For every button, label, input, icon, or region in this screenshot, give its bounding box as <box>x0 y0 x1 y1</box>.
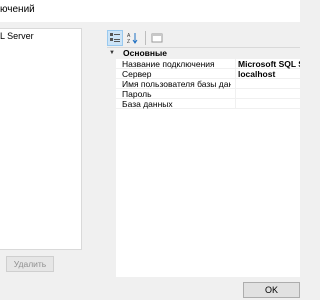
connection-item[interactable]: L Server <box>0 31 34 41</box>
svg-text:Z: Z <box>127 39 130 44</box>
property-grid-toolbar: A Z <box>107 29 297 47</box>
property-row[interactable]: База данных <box>116 99 300 109</box>
toolbar-separator <box>145 31 146 45</box>
property-row[interactable]: Пароль <box>116 89 300 99</box>
property-name: Название подключения <box>122 59 215 69</box>
window-title: ючений <box>0 4 35 15</box>
property-row[interactable]: Название подключения Microsoft SQL Serve… <box>116 59 300 69</box>
property-name: Сервер <box>122 69 152 79</box>
category-row[interactable]: ▼ Основные <box>107 48 300 59</box>
property-value[interactable] <box>235 79 300 89</box>
property-grid: ▼ Основные Название подключения Microsof… <box>107 47 300 277</box>
ok-button[interactable]: OK <box>243 282 300 298</box>
property-name: База данных <box>122 99 173 109</box>
property-value[interactable]: localhost <box>235 69 300 79</box>
alphabetical-sort-button[interactable]: A Z <box>125 30 141 46</box>
property-pages-button[interactable] <box>149 30 165 46</box>
grid-gutter <box>107 48 116 277</box>
property-value[interactable] <box>235 99 300 109</box>
categorized-sort-icon <box>110 33 120 42</box>
connections-list[interactable]: L Server <box>0 28 82 250</box>
categorized-sort-button[interactable] <box>107 30 123 46</box>
alphabetical-sort-icon: A Z <box>127 33 138 44</box>
title-bar: ючений <box>0 0 300 22</box>
property-value[interactable]: Microsoft SQL Server <box>235 59 300 69</box>
property-name: Имя пользователя базы данных <box>122 79 231 89</box>
collapse-icon[interactable]: ▼ <box>109 50 115 56</box>
delete-button[interactable]: Удалить <box>6 256 54 272</box>
property-name: Пароль <box>122 89 152 99</box>
property-row[interactable]: Сервер localhost <box>116 69 300 79</box>
category-label: Основные <box>123 48 168 58</box>
property-pages-icon <box>151 33 163 43</box>
property-row[interactable]: Имя пользователя базы данных <box>116 79 300 89</box>
property-value[interactable] <box>235 89 300 99</box>
